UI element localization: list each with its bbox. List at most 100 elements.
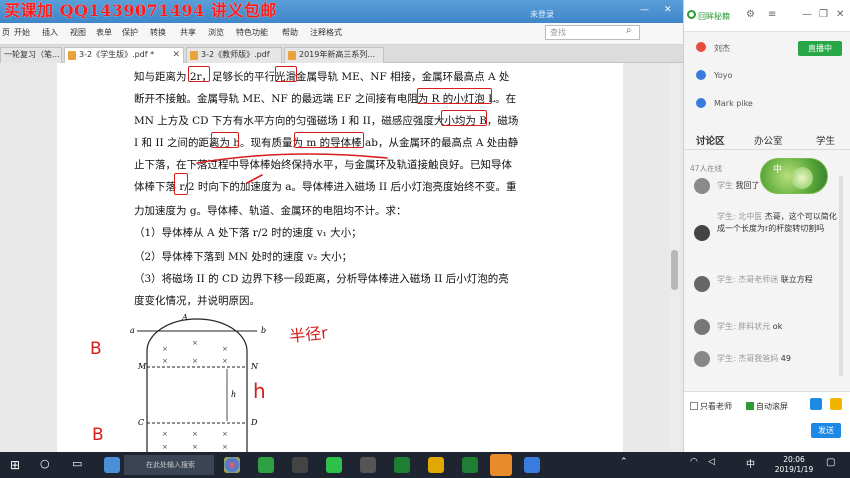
online-count: 47人在线 (690, 164, 723, 173)
float-badge-label: 中 (773, 165, 783, 175)
user-name: Yoyo (714, 71, 733, 80)
pdf-reader-window: 买课加 QQ1439071494 讲义包邮 未登录 — ✕ 页 开始 插入 视图… (0, 0, 683, 452)
auto-scroll-checkbox[interactable]: 自动滚屏 (746, 401, 788, 412)
menu-start[interactable]: 开始 (14, 27, 30, 38)
pdf-icon (190, 51, 198, 60)
flower-icon[interactable] (810, 398, 822, 410)
tab-label: 3-2《学生版》.pdf * (79, 50, 155, 59)
avatar (694, 351, 710, 367)
app-icon[interactable] (360, 457, 376, 473)
menu-view[interactable]: 视图 (70, 27, 86, 38)
svg-text:×: × (192, 339, 198, 347)
menu-browse[interactable]: 浏览 (208, 27, 224, 38)
minimize-button[interactable]: — (640, 5, 649, 15)
pdf-app-icon[interactable] (490, 454, 512, 476)
search-taskbar[interactable]: 在此处输入搜索 (124, 455, 214, 475)
menu-help[interactable]: 帮助 (282, 27, 298, 38)
tab-student-pdf[interactable]: 3-2《学生版》.pdf * ✕ (64, 47, 184, 63)
menu-page[interactable]: 页 (2, 27, 10, 38)
floating-widget[interactable]: 中 (760, 158, 828, 194)
app-icon[interactable] (258, 457, 274, 473)
svg-text:×: × (222, 443, 228, 451)
emoji-icon[interactable] (830, 398, 842, 410)
clock[interactable]: 20:06 2019/1/19 (772, 455, 816, 475)
tab-label: 3-2《教师版》.pdf (201, 50, 270, 59)
diagram-label-b: b (261, 326, 267, 335)
tab-teacher-pdf[interactable]: 3-2《教师版》.pdf (186, 47, 282, 63)
tray-icon[interactable]: ⌃ (620, 457, 628, 467)
close-button[interactable]: ✕ (664, 5, 672, 15)
user-avatar-icon (696, 70, 706, 80)
chrome-icon[interactable] (224, 457, 240, 473)
user-name: 刘杰 (714, 44, 730, 53)
chat-scrollbar[interactable] (839, 176, 843, 376)
app-logo-icon (687, 10, 696, 19)
user-row[interactable]: Mark pike (684, 92, 850, 116)
app-icon[interactable] (292, 457, 308, 473)
scrollbar-thumb[interactable] (671, 250, 678, 290)
search-icon[interactable]: ⌕ (626, 25, 632, 36)
pdf-icon (68, 51, 76, 60)
menu-share[interactable]: 共享 (180, 27, 196, 38)
only-teacher-checkbox[interactable]: 只看老师 (690, 401, 732, 412)
user-row-teacher[interactable]: 刘杰 直播中 (684, 36, 850, 60)
svg-text:×: × (162, 345, 168, 353)
notification-icon[interactable]: ▢ (826, 457, 835, 468)
menu-insert[interactable]: 插入 (42, 27, 58, 38)
panel-header: 回眸秘籍 ⚙ ≡ — ❐ ✕ (684, 0, 850, 32)
avatar (694, 225, 710, 241)
close-icon[interactable]: ✕ (836, 9, 844, 20)
ime-icon[interactable]: 中 (746, 457, 755, 470)
avatar (694, 276, 710, 292)
message-text: ok (772, 322, 783, 331)
message-text: 联立方程 (780, 275, 813, 284)
login-status[interactable]: 未登录 (530, 9, 554, 20)
cortana-icon[interactable]: ○ (40, 457, 50, 470)
menu-annotation-format[interactable]: 注释格式 (310, 27, 342, 38)
menu-icon[interactable]: ≡ (768, 9, 776, 20)
tab-office[interactable]: 办公室 (754, 133, 783, 147)
menu-convert[interactable]: 转换 (150, 27, 166, 38)
screen: 买课加 QQ1439071494 讲义包邮 未登录 — ✕ 页 开始 插入 视图… (0, 0, 850, 478)
windows-start-icon[interactable]: ⊞ (10, 458, 20, 472)
diagram-label-N: N (251, 362, 258, 371)
folder-icon[interactable] (428, 457, 444, 473)
live-button[interactable]: 直播中 (798, 41, 842, 56)
user-row[interactable]: Yoyo (684, 64, 850, 88)
restore-icon[interactable]: ❐ (819, 9, 828, 20)
handwritten-B-top: B (90, 339, 102, 359)
wechat-icon[interactable] (326, 457, 342, 473)
close-tab-icon[interactable]: ✕ (172, 48, 180, 62)
diagram-label-C: C (138, 418, 145, 427)
diagram-label-h: h (231, 390, 237, 399)
gear-icon[interactable]: ⚙ (746, 9, 755, 20)
network-icon[interactable]: ◠ (690, 457, 698, 467)
only-teacher-label: 只看老师 (700, 402, 732, 411)
auto-scroll-label: 自动滚屏 (756, 402, 788, 411)
volume-icon[interactable]: ◁ (708, 457, 715, 467)
tab-discussion[interactable]: 讨论区 (696, 133, 725, 147)
menu-features[interactable]: 特色功能 (236, 27, 268, 38)
title-bar: 买课加 QQ1439071494 讲义包邮 未登录 — ✕ (0, 0, 683, 23)
excel-icon[interactable] (394, 457, 410, 473)
menu-form[interactable]: 表单 (96, 27, 112, 38)
tab-students[interactable]: 学生 (816, 133, 835, 147)
watermark-text: 买课加 QQ1439071494 讲义包邮 (4, 1, 277, 20)
clock-date: 2019/1/19 (774, 465, 814, 474)
app-icon[interactable] (104, 457, 120, 473)
app-icon[interactable] (462, 457, 478, 473)
photo-icon[interactable] (524, 457, 540, 473)
minimize-icon[interactable]: — (802, 9, 812, 20)
user-avatar-icon (696, 98, 706, 108)
document-page: 知与距离为 2r，足够长的平行光滑金属导轨 ME、NF 相接，金属环最高点 A … (57, 63, 623, 452)
panel-tabs: 讨论区 办公室 学生 (684, 128, 850, 150)
task-view-icon[interactable]: ▭ (72, 457, 82, 470)
classroom-panel: 回眸秘籍 ⚙ ≡ — ❐ ✕ 刘杰 直播中 Yoyo Mark pike 讨论区… (683, 0, 850, 452)
clock-time: 20:06 (783, 455, 805, 464)
svg-text:×: × (192, 357, 198, 365)
tab-2019-series[interactable]: 2019年新高三系列... (284, 47, 384, 63)
menu-protect[interactable]: 保护 (122, 27, 138, 38)
send-button[interactable]: 发送 (811, 423, 841, 438)
tab-review[interactable]: 一轮复习（笔... (0, 47, 62, 63)
avatar (694, 319, 710, 335)
